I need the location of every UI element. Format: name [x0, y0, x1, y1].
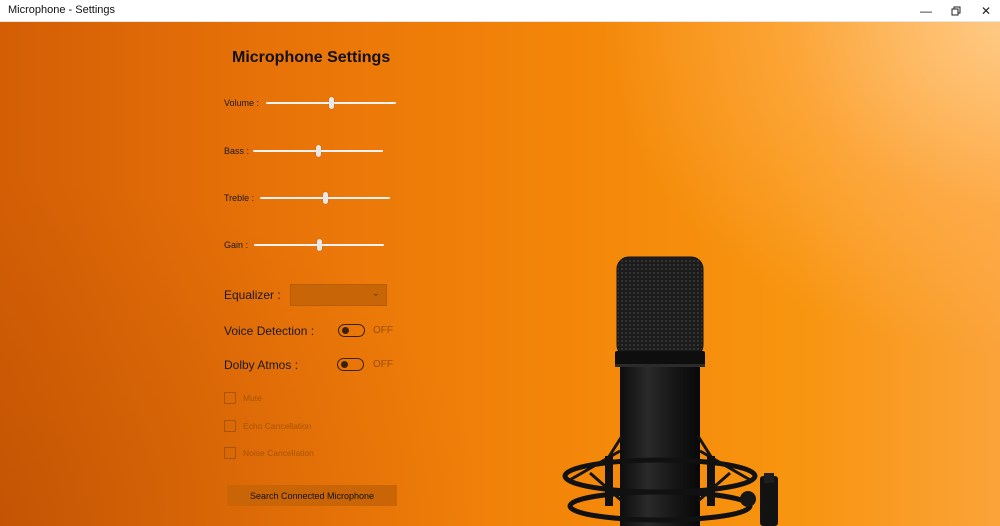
- bass-label: Bass :: [224, 146, 250, 156]
- page-title: Microphone Settings: [232, 49, 391, 66]
- mute-checkbox[interactable]: [224, 392, 236, 404]
- toggle-knob: [341, 361, 348, 368]
- restore-button[interactable]: [940, 0, 972, 21]
- chevron-down-icon: ⌄: [371, 288, 380, 299]
- voice-detection-state: OFF: [373, 325, 393, 336]
- gain-slider[interactable]: [254, 239, 384, 251]
- mute-label: Mute: [243, 393, 262, 403]
- close-icon: ✕: [980, 3, 992, 18]
- title-bar: Microphone - Settings — ✕: [0, 0, 1000, 22]
- dolby-atmos-toggle[interactable]: [337, 358, 364, 371]
- restore-icon: [951, 6, 961, 15]
- gain-slider-thumb[interactable]: [317, 239, 322, 251]
- equalizer-label: Equalizer :: [224, 288, 281, 302]
- bass-slider[interactable]: [253, 145, 383, 157]
- search-connected-microphone-button[interactable]: Search Connected Microphone: [227, 485, 397, 506]
- toggle-knob: [342, 327, 349, 334]
- gain-label: Gain :: [224, 240, 249, 250]
- bass-slider-thumb[interactable]: [316, 145, 321, 157]
- minimize-icon: —: [920, 3, 932, 18]
- volume-slider-thumb[interactable]: [329, 97, 334, 109]
- volume-label: Volume :: [224, 98, 260, 108]
- app-window: Microphone - Settings — ✕ Microphone Set…: [0, 0, 1000, 526]
- volume-slider[interactable]: [266, 97, 396, 109]
- voice-detection-label: Voice Detection :: [224, 324, 315, 338]
- equalizer-dropdown[interactable]: ⌄: [290, 284, 387, 306]
- background-shade: [0, 21, 1000, 526]
- noise-cancellation-label: Noise Cancellation: [243, 448, 314, 458]
- echo-cancellation-label: Echo Cancellation: [243, 421, 312, 431]
- noise-cancellation-checkbox[interactable]: [224, 447, 236, 459]
- microphone-image: [562, 256, 778, 526]
- treble-slider[interactable]: [260, 192, 390, 204]
- dolby-atmos-state: OFF: [373, 359, 393, 370]
- treble-slider-thumb[interactable]: [323, 192, 328, 204]
- dolby-atmos-label: Dolby Atmos :: [224, 358, 299, 372]
- echo-cancellation-checkbox[interactable]: [224, 420, 236, 432]
- voice-detection-toggle[interactable]: [338, 324, 365, 337]
- minimize-button[interactable]: —: [910, 0, 942, 21]
- settings-panel: Microphone Settings Volume : Bass : Treb…: [0, 21, 1000, 526]
- treble-label: Treble :: [224, 193, 255, 203]
- window-title: Microphone - Settings: [8, 4, 115, 16]
- close-button[interactable]: ✕: [970, 0, 1000, 21]
